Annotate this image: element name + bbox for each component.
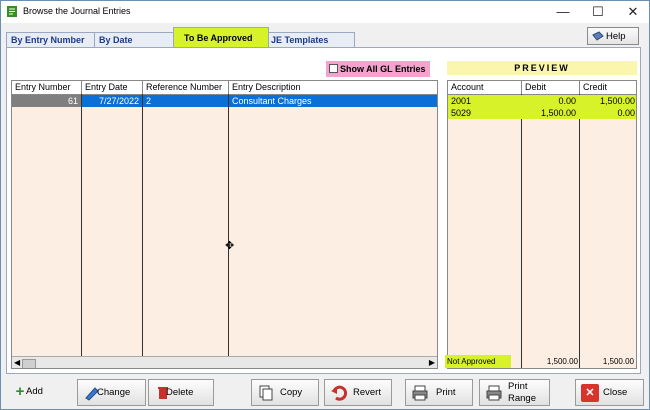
grid-header: Entry Number Entry Date Reference Number… xyxy=(12,81,437,95)
cell-entry-number: 61 xyxy=(12,95,81,107)
close-label: Close xyxy=(603,387,628,398)
maximize-button[interactable]: ☐ xyxy=(581,1,615,23)
window-title: Browse the Journal Entries xyxy=(23,6,131,16)
print-button[interactable]: Print xyxy=(405,379,473,406)
preview-account: 5029 xyxy=(451,108,472,118)
entries-grid[interactable]: Entry Number Entry Date Reference Number… xyxy=(11,80,438,369)
grid-divider xyxy=(142,94,143,358)
tab-to-be-approved[interactable]: To Be Approved xyxy=(173,27,269,48)
approval-status: Not Approved xyxy=(445,355,511,368)
copy-label: Copy xyxy=(280,387,303,398)
preview-row: 2001 0.00 1,500.00 xyxy=(448,95,636,107)
col-entry-description[interactable]: Entry Description xyxy=(229,81,437,94)
col-entry-date[interactable]: Entry Date xyxy=(82,81,143,94)
preview-credit: 0.00 xyxy=(617,108,635,118)
resize-cursor-icon: ✥ xyxy=(225,240,235,252)
print-range-label: Print Range xyxy=(508,381,536,404)
grid-divider xyxy=(81,94,82,358)
change-label: Change xyxy=(97,387,131,398)
printer-icon xyxy=(486,385,502,401)
add-label: Add xyxy=(26,386,43,397)
print-label: Print xyxy=(436,387,456,398)
preview-account: 2001 xyxy=(451,96,472,106)
total-debit: 1,500.00 xyxy=(546,357,578,366)
close-window-button[interactable]: ✕ xyxy=(616,1,650,23)
horizontal-scrollbar[interactable]: ◀ ▶ xyxy=(12,356,437,368)
col-debit: Debit xyxy=(522,81,580,94)
help-label: Help xyxy=(606,31,626,42)
preview-debit: 0.00 xyxy=(558,96,576,106)
scroll-right-icon[interactable]: ▶ xyxy=(429,357,435,368)
printer-icon xyxy=(412,385,428,401)
grid-divider xyxy=(228,94,229,358)
journal-browse-window: Browse the Journal Entries — ☐ ✕ By Entr… xyxy=(0,0,650,410)
cell-description: Consultant Charges xyxy=(229,95,437,107)
col-account: Account xyxy=(448,81,522,94)
total-credit: 1,500.00 xyxy=(602,357,634,366)
delete-label: Delete xyxy=(166,387,194,398)
scroll-thumb[interactable] xyxy=(22,359,36,368)
close-icon: ✕ xyxy=(581,384,599,402)
preview-debit: 1,500.00 xyxy=(540,108,576,118)
delete-button[interactable]: Delete xyxy=(148,379,214,406)
table-row[interactable]: 61 7/27/2022 2 Consultant Charges xyxy=(12,95,437,107)
tab-je-templates[interactable]: JE Templates xyxy=(266,32,355,47)
preview-row: 5029 1,500.00 0.00 xyxy=(448,107,636,119)
help-icon xyxy=(592,31,604,41)
show-all-gl-entries[interactable]: Show All GL Entries xyxy=(326,61,430,77)
preview-header: Account Debit Credit xyxy=(448,81,636,95)
cell-reference: 2 xyxy=(143,95,228,107)
minimize-button[interactable]: — xyxy=(546,1,580,23)
copy-icon xyxy=(259,385,273,401)
show-all-label: Show All GL Entries xyxy=(340,64,426,74)
col-entry-number[interactable]: Entry Number xyxy=(12,81,82,94)
tab-by-date[interactable]: By Date xyxy=(94,32,174,47)
scroll-left-icon[interactable]: ◀ xyxy=(14,357,20,368)
revert-button[interactable]: Revert xyxy=(324,379,392,406)
print-range-button[interactable]: Print Range xyxy=(479,379,550,406)
change-button[interactable]: Change xyxy=(77,379,146,406)
close-button[interactable]: ✕ Close xyxy=(575,379,644,406)
tab-by-entry-number[interactable]: By Entry Number xyxy=(6,32,95,47)
preview-credit: 1,500.00 xyxy=(599,96,635,106)
help-button[interactable]: Help xyxy=(587,27,639,45)
cell-entry-date: 7/27/2022 xyxy=(82,95,142,107)
preview-title: PREVIEW xyxy=(447,61,637,75)
copy-button[interactable]: Copy xyxy=(251,379,319,406)
grid-divider xyxy=(521,94,522,368)
show-all-checkbox[interactable] xyxy=(329,64,338,73)
add-button[interactable]: + Add xyxy=(6,379,71,406)
app-icon xyxy=(7,6,17,17)
col-reference-number[interactable]: Reference Number xyxy=(143,81,229,94)
undo-icon xyxy=(331,385,348,401)
col-credit: Credit xyxy=(583,82,608,92)
title-bar: Browse the Journal Entries — ☐ ✕ xyxy=(1,1,649,23)
revert-label: Revert xyxy=(353,387,381,398)
preview-grid: Account Debit Credit 2001 0.00 1,500.00 … xyxy=(447,80,637,369)
grid-divider xyxy=(579,94,580,368)
